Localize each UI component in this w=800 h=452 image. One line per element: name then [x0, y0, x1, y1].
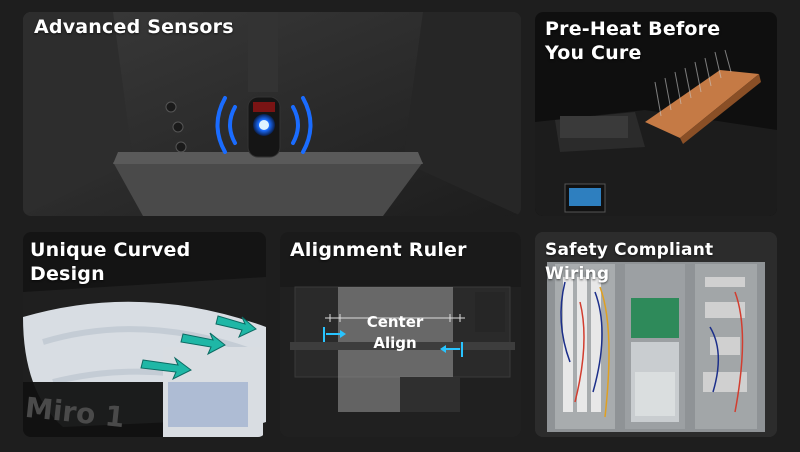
- card-title: Alignment Ruler: [290, 239, 467, 261]
- card-title: Safety Compliant Wiring: [545, 240, 714, 284]
- alignment-ruler-card: Center Align Alignment Ruler: [280, 232, 521, 437]
- curved-design-card: Miro 1 Unique Curved Design: [23, 232, 266, 437]
- advanced-sensors-card: Advanced Sensors: [23, 12, 521, 216]
- sensor-photo: [23, 12, 521, 216]
- center-align-label: Center Align: [366, 313, 424, 352]
- pre-heat-card: Pre-Heat Before You Cure: [535, 12, 777, 216]
- card-title: Pre-Heat Before You Cure: [545, 18, 721, 64]
- card-title: Advanced Sensors: [34, 16, 234, 38]
- safety-wiring-card: Safety Compliant Wiring: [535, 232, 777, 437]
- card-title: Unique Curved Design: [30, 239, 191, 285]
